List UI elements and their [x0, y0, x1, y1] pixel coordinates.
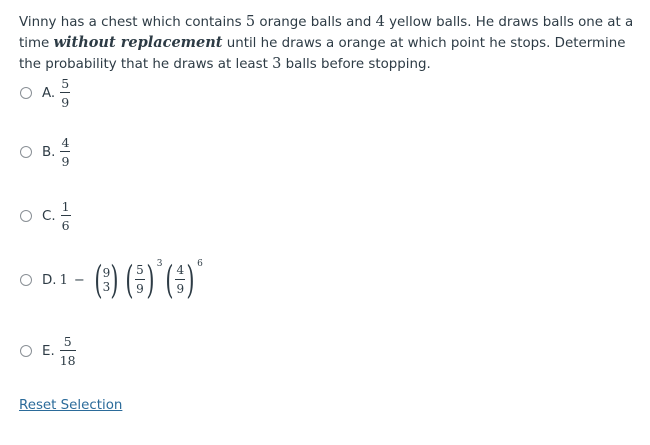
- choice-a-label: A.: [42, 85, 56, 101]
- denominator: 18: [59, 353, 76, 368]
- fraction-bar: [60, 151, 71, 152]
- choice-e-label: E.: [42, 343, 55, 359]
- choice-a-fraction: 5 9: [60, 76, 71, 110]
- yellow-count: 4: [375, 14, 385, 30]
- numerator: 5: [136, 263, 144, 277]
- fraction-bar: [59, 350, 76, 351]
- question-text: Vinny has a chest which contains 5 orang…: [19, 12, 644, 75]
- fraction-bar: [60, 92, 71, 93]
- numerator: 5: [61, 76, 70, 91]
- minus-sign: −: [73, 272, 85, 288]
- denominator: 6: [61, 218, 70, 233]
- denominator: 9: [136, 282, 144, 296]
- choice-a[interactable]: A. 5 9: [20, 76, 71, 110]
- denominator: 9: [176, 282, 185, 296]
- left-paren: (: [125, 258, 134, 302]
- binomial-bottom: 3: [102, 280, 111, 294]
- right-paren: ): [146, 258, 155, 302]
- fraction-bar: [175, 279, 186, 280]
- numerator: 1: [61, 199, 70, 214]
- choice-d-expression: 1 − ( 9 3 ) ( 5 9 ) 3 ( 4 9 ) 6: [59, 258, 203, 302]
- exponent-1: 3: [156, 259, 163, 269]
- choice-b[interactable]: B. 4 9: [20, 135, 71, 169]
- radio-e[interactable]: [20, 345, 32, 357]
- without-replacement-emphasis: without replacement: [53, 34, 223, 51]
- fraction-bar: [134, 279, 145, 280]
- reset-selection-link[interactable]: Reset Selection: [19, 398, 122, 413]
- radio-c[interactable]: [20, 210, 32, 222]
- choice-c-fraction: 1 6: [60, 199, 71, 233]
- denominator: 9: [61, 154, 70, 169]
- one: 1: [59, 272, 68, 288]
- choice-d[interactable]: D. 1 − ( 9 3 ) ( 5 9 ) 3 ( 4 9 ) 6: [20, 258, 203, 302]
- numerator: 5: [63, 334, 72, 349]
- choice-c[interactable]: C. 1 6: [20, 199, 71, 233]
- choice-c-label: C.: [42, 208, 56, 224]
- radio-d[interactable]: [20, 274, 32, 286]
- fraction-bar: [60, 215, 71, 216]
- left-paren: (: [94, 258, 103, 302]
- choice-b-fraction: 4 9: [60, 135, 71, 169]
- right-paren: ): [186, 258, 195, 302]
- radio-b[interactable]: [20, 146, 32, 158]
- choice-e-fraction: 5 18: [59, 334, 76, 368]
- right-paren: ): [110, 258, 119, 302]
- question-part: Vinny has a chest which contains: [19, 15, 246, 30]
- radio-a[interactable]: [20, 87, 32, 99]
- binomial: 9 3: [103, 266, 111, 294]
- orange-count: 5: [245, 14, 256, 30]
- choice-e[interactable]: E. 5 18: [20, 334, 76, 368]
- left-paren: (: [165, 258, 174, 302]
- question-part: orange balls and: [255, 15, 376, 30]
- question-part: balls before stopping.: [281, 57, 431, 72]
- numerator: 4: [176, 263, 185, 277]
- binomial-top: 9: [102, 266, 111, 280]
- denominator: 9: [61, 95, 70, 110]
- fraction-2: 4 9: [175, 263, 186, 297]
- choice-b-label: B.: [42, 144, 56, 160]
- fraction-1: 5 9: [134, 263, 145, 297]
- at-least-count: 3: [272, 56, 282, 72]
- choice-d-label: D.: [42, 272, 57, 288]
- exponent-2: 6: [197, 259, 203, 269]
- numerator: 4: [61, 135, 70, 150]
